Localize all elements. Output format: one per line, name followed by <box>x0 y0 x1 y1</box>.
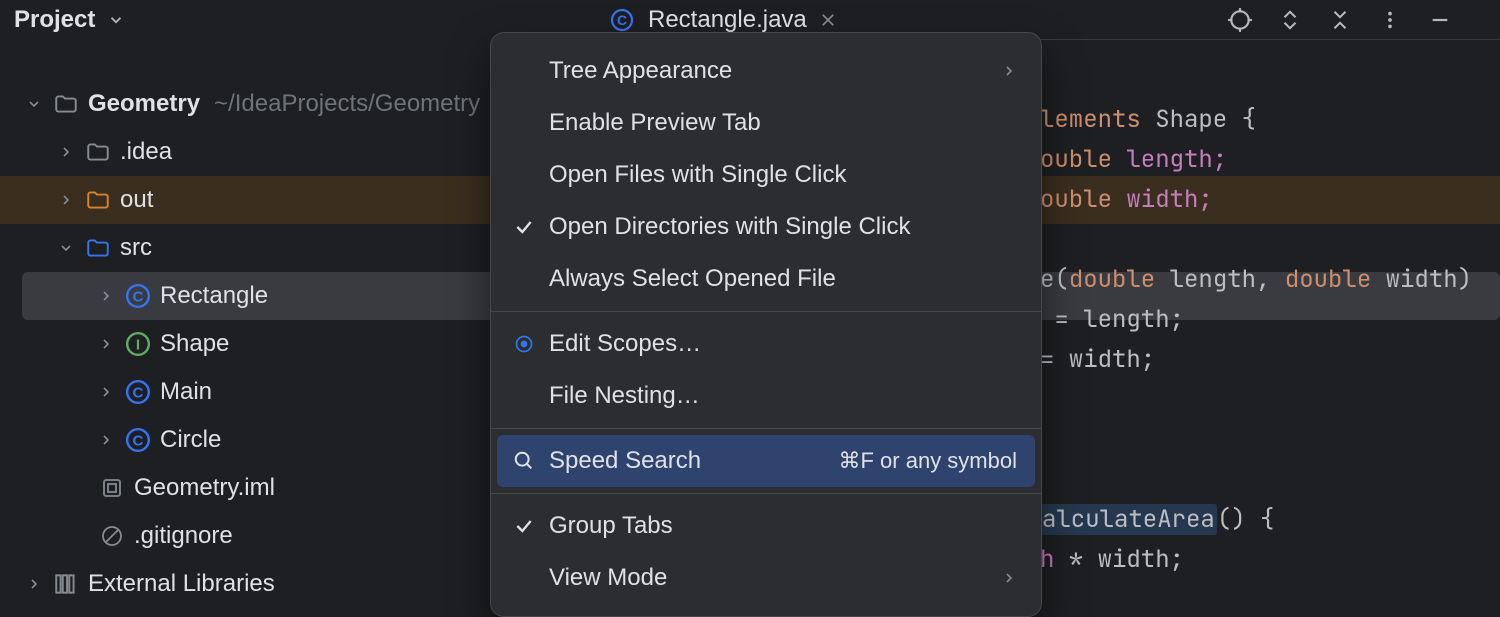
menu-label: Always Select Opened File <box>549 265 1017 293</box>
menu-separator <box>491 311 1041 312</box>
interface-icon: I <box>124 330 152 358</box>
svg-text:I: I <box>136 336 140 353</box>
chevron-right-icon[interactable] <box>96 336 116 352</box>
chevron-down-icon[interactable] <box>107 11 125 29</box>
menu-label: Open Directories with Single Click <box>549 213 1017 241</box>
class-icon: C <box>608 6 636 34</box>
tree-item-label: Rectangle <box>160 282 268 310</box>
chevron-right-icon[interactable] <box>24 576 44 592</box>
folder-source-icon <box>84 234 112 262</box>
options-popup: Tree Appearance Enable Preview Tab Open … <box>490 32 1042 617</box>
close-tab-icon[interactable] <box>819 11 837 29</box>
tree-item-label: out <box>120 186 153 214</box>
gitignore-icon <box>98 522 126 550</box>
chevron-down-icon[interactable] <box>24 96 44 112</box>
tree-item-label: Main <box>160 378 212 406</box>
radio-icon <box>511 334 537 354</box>
check-icon <box>511 516 537 536</box>
tree-item-label: .idea <box>120 138 172 166</box>
chevron-right-icon[interactable] <box>96 288 116 304</box>
menu-accelerator: ⌘F or any symbol <box>839 448 1018 474</box>
tree-item-label: .gitignore <box>134 522 233 550</box>
class-icon: C <box>124 378 152 406</box>
menu-always-select[interactable]: Always Select Opened File <box>491 253 1041 305</box>
chevron-right-icon <box>1001 63 1017 79</box>
check-icon <box>511 217 537 237</box>
menu-label: Enable Preview Tab <box>549 109 1017 137</box>
menu-label: Open Files with Single Click <box>549 161 1017 189</box>
file-idea-icon <box>98 474 126 502</box>
menu-speed-search[interactable]: Speed Search ⌘F or any symbol <box>497 435 1035 487</box>
menu-separator <box>491 428 1041 429</box>
menu-label: Tree Appearance <box>549 57 989 85</box>
folder-excluded-icon <box>84 186 112 214</box>
tab-label[interactable]: Rectangle.java <box>648 6 807 34</box>
svg-text:C: C <box>133 288 144 305</box>
tree-item-label: Geometry.iml <box>134 474 275 502</box>
menu-file-nesting[interactable]: File Nesting… <box>491 370 1041 422</box>
menu-edit-scopes[interactable]: Edit Scopes… <box>491 318 1041 370</box>
menu-separator <box>491 493 1041 494</box>
folder-module-icon <box>52 90 80 118</box>
chevron-right-icon[interactable] <box>56 144 76 160</box>
svg-text:C: C <box>133 432 144 449</box>
tree-item-label: Shape <box>160 330 229 358</box>
tree-item-hint: ~/IdeaProjects/Geometry <box>214 90 480 118</box>
chevron-down-icon[interactable] <box>56 240 76 256</box>
class-icon: C <box>124 282 152 310</box>
menu-label: File Nesting… <box>549 382 1017 410</box>
svg-text:C: C <box>617 12 627 28</box>
menu-open-files-single[interactable]: Open Files with Single Click <box>491 149 1041 201</box>
tree-item-label: External Libraries <box>88 570 275 598</box>
menu-label: Speed Search <box>549 447 827 475</box>
search-icon <box>511 450 537 472</box>
tree-item-label: src <box>120 234 152 262</box>
chevron-right-icon[interactable] <box>96 384 116 400</box>
class-icon: C <box>124 426 152 454</box>
chevron-right-icon[interactable] <box>96 432 116 448</box>
folder-icon <box>84 138 112 166</box>
menu-label: Group Tabs <box>549 512 1017 540</box>
menu-label: View Mode <box>549 564 989 592</box>
menu-label: Edit Scopes… <box>549 330 1017 358</box>
chevron-right-icon <box>1001 570 1017 586</box>
toolbar-title[interactable]: Project <box>14 6 95 34</box>
menu-open-dirs-single[interactable]: Open Directories with Single Click <box>491 201 1041 253</box>
library-icon <box>52 570 80 598</box>
menu-enable-preview[interactable]: Enable Preview Tab <box>491 97 1041 149</box>
tree-item-label: Circle <box>160 426 221 454</box>
menu-group-tabs[interactable]: Group Tabs <box>491 500 1041 552</box>
menu-tree-appearance[interactable]: Tree Appearance <box>491 45 1041 97</box>
menu-view-mode[interactable]: View Mode <box>491 552 1041 604</box>
svg-text:C: C <box>133 384 144 401</box>
code-editor[interactable]: lements Shape { ouble length; ouble widt… <box>1040 60 1500 580</box>
tree-item-label: Geometry <box>88 90 200 118</box>
chevron-right-icon[interactable] <box>56 192 76 208</box>
